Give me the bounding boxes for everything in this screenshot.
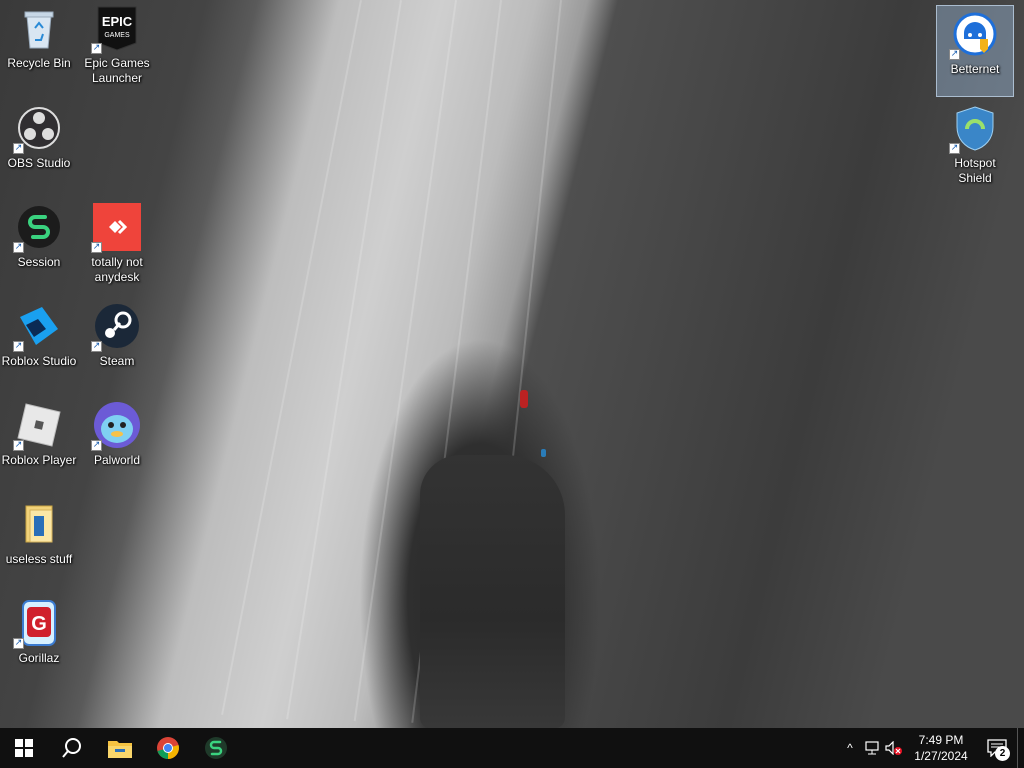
shortcut-arrow-icon: ↗	[13, 440, 24, 451]
icon-label: Palworld	[93, 453, 141, 467]
desktop-icon-useless-stuff[interactable]: useless stuff	[0, 496, 78, 588]
search-button[interactable]	[48, 728, 96, 768]
shortcut-arrow-icon: ↗	[91, 43, 102, 54]
session-icon	[205, 737, 227, 759]
desktop-icon-session[interactable]: ↗ Session	[0, 199, 78, 291]
folder-icon	[15, 500, 63, 548]
svg-text:G: G	[31, 613, 47, 635]
obs-studio-icon: ↗	[13, 104, 63, 154]
session-icon: ↗	[13, 203, 63, 253]
roblox-player-icon: ↗	[13, 401, 63, 451]
clock-button[interactable]: 7:49 PM 1/27/2024	[905, 732, 977, 764]
notification-count-badge: 2	[995, 746, 1010, 761]
icon-label: useless stuff	[5, 552, 73, 566]
icon-label: Betternet	[950, 62, 1000, 76]
recycle-bin-icon	[15, 4, 63, 52]
steam-icon: ↗	[91, 302, 141, 352]
icon-label: totally not anydesk	[91, 255, 143, 284]
clock-date: 1/27/2024	[914, 749, 968, 763]
chrome-icon	[157, 737, 179, 759]
betternet-icon: ↗	[949, 10, 999, 60]
desktop-icon-epic-games[interactable]: EPIC GAMES ↗ Epic Games Launcher	[78, 0, 156, 92]
desktop-icon-steam[interactable]: ↗ Steam	[78, 298, 156, 390]
icon-label: Session	[17, 255, 61, 269]
chrome-button[interactable]	[144, 728, 192, 768]
shortcut-arrow-icon: ↗	[91, 242, 102, 253]
desktop-icon-obs-studio[interactable]: ↗ OBS Studio	[0, 100, 78, 192]
network-icon	[865, 741, 879, 755]
file-explorer-icon	[108, 741, 132, 758]
system-tray: ^ 7:49 PM 1/27/2024 2	[839, 728, 1024, 768]
icon-label: Roblox Studio	[1, 354, 77, 368]
palworld-icon: ↗	[91, 401, 141, 451]
clock-time: 7:49 PM	[918, 733, 964, 747]
file-explorer-button[interactable]	[96, 728, 144, 768]
shortcut-arrow-icon: ↗	[91, 341, 102, 352]
roblox-studio-icon: ↗	[13, 302, 63, 352]
icon-label: Roblox Player	[1, 453, 77, 467]
icon-label: Hotspot Shield	[954, 156, 996, 185]
desktop-icon-roblox-studio[interactable]: ↗ Roblox Studio	[0, 298, 78, 390]
desktop-icon-palworld[interactable]: ↗ Palworld	[78, 397, 156, 489]
shortcut-arrow-icon: ↗	[13, 143, 24, 154]
epic-games-icon: EPIC GAMES ↗	[91, 4, 141, 54]
chevron-up-icon: ^	[847, 741, 853, 755]
anydesk-icon: ↗	[91, 203, 141, 253]
volume-button[interactable]	[883, 728, 905, 768]
action-center-button[interactable]: 2	[977, 728, 1017, 768]
desktop-icon-betternet[interactable]: ↗ Betternet	[936, 5, 1014, 97]
desktop-icon-hotspot-shield[interactable]: ↗ Hotspot Shield	[936, 100, 1014, 192]
shortcut-arrow-icon: ↗	[13, 341, 24, 352]
hotspot-shield-icon: ↗	[949, 104, 999, 154]
climber-figure	[520, 390, 528, 408]
desktop-icon-gorillaz[interactable]: G ↗ Gorillaz	[0, 595, 78, 687]
icon-label: Steam	[99, 354, 135, 368]
shortcut-arrow-icon: ↗	[91, 440, 102, 451]
gorillaz-icon: G ↗	[13, 599, 63, 649]
icon-label: Gorillaz	[18, 651, 60, 665]
shortcut-arrow-icon: ↗	[13, 638, 24, 649]
shortcut-arrow-icon: ↗	[949, 49, 960, 60]
speaker-muted-icon	[885, 741, 902, 755]
shortcut-arrow-icon: ↗	[13, 242, 24, 253]
windows-logo-icon	[15, 739, 33, 757]
taskbar: ^ 7:49 PM 1/27/2024 2	[0, 728, 1024, 768]
show-desktop-button[interactable]	[1017, 728, 1024, 768]
desktop-wallpaper[interactable]: Recycle Bin EPIC GAMES ↗ Epic Games Laun…	[0, 0, 1024, 728]
search-icon	[62, 738, 81, 758]
climber-figure-small	[541, 449, 546, 457]
dark-rock-outcrop	[420, 455, 565, 728]
desktop-icon-totally-not-anydesk[interactable]: ↗ totally not anydesk	[78, 199, 156, 291]
desktop-icon-roblox-player[interactable]: ↗ Roblox Player	[0, 397, 78, 489]
icon-label: Recycle Bin	[7, 56, 71, 70]
svg-text:GAMES: GAMES	[104, 32, 130, 39]
shortcut-arrow-icon: ↗	[949, 143, 960, 154]
svg-text:EPIC: EPIC	[102, 14, 133, 29]
session-taskbar-button[interactable]	[192, 728, 240, 768]
network-button[interactable]	[861, 728, 883, 768]
start-button[interactable]	[0, 728, 48, 768]
desktop-icon-recycle-bin[interactable]: Recycle Bin	[0, 0, 78, 92]
icon-label: Epic Games Launcher	[84, 56, 150, 85]
show-hidden-icons-button[interactable]: ^	[839, 728, 861, 768]
icon-label: OBS Studio	[7, 156, 71, 170]
